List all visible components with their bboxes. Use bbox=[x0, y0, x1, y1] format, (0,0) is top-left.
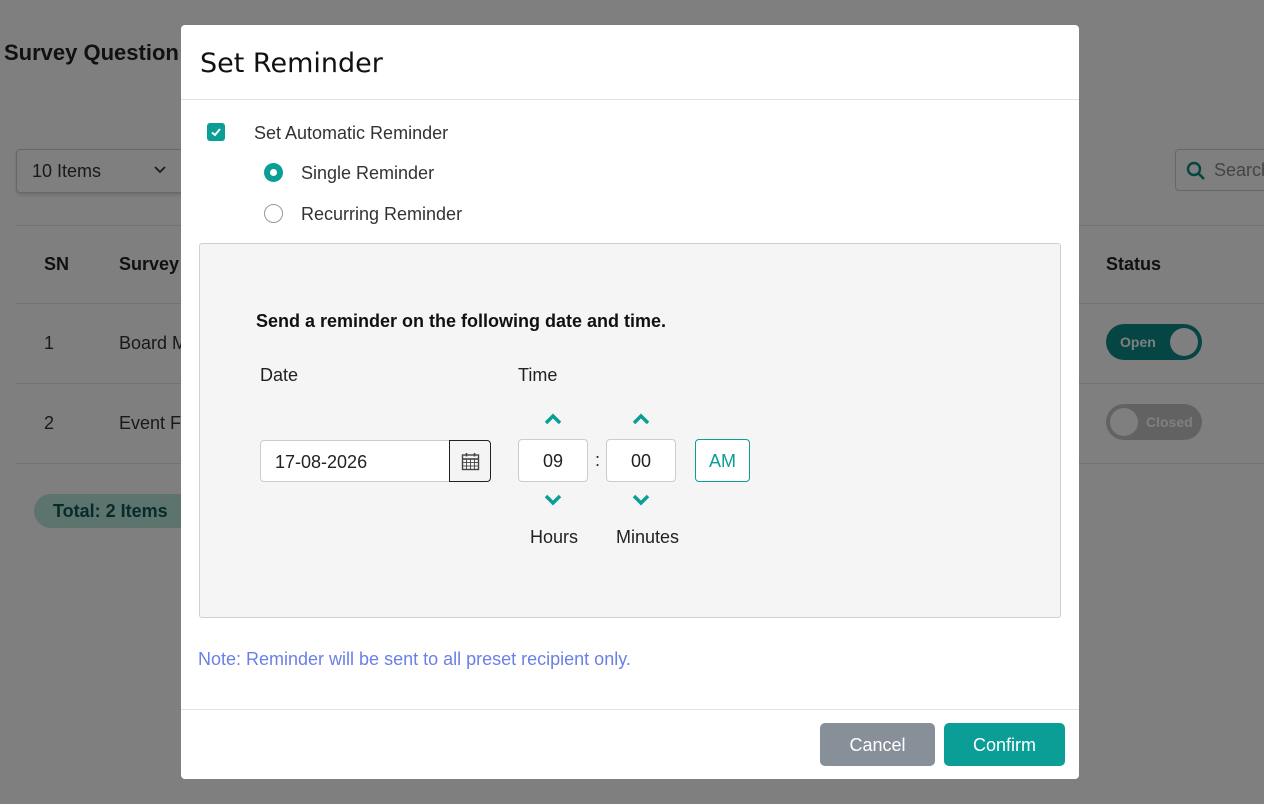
time-separator: : bbox=[595, 450, 601, 470]
minutes-up-icon[interactable] bbox=[631, 412, 651, 426]
minutes-label: Minutes bbox=[616, 527, 680, 547]
recipient-note: Note: Reminder will be sent to all prese… bbox=[198, 649, 631, 669]
auto-reminder-checkbox[interactable] bbox=[207, 123, 225, 141]
set-reminder-dialog: Set Reminder Set Automatic Reminder Sing… bbox=[181, 25, 1079, 779]
minutes-input[interactable]: 00 bbox=[606, 439, 676, 482]
hours-up-icon[interactable] bbox=[543, 412, 563, 426]
recurring-reminder-label: Recurring Reminder bbox=[301, 204, 463, 224]
date-input[interactable]: 17-08-2026 bbox=[260, 440, 451, 482]
check-icon bbox=[211, 128, 221, 137]
panel-heading: Send a reminder on the following date an… bbox=[256, 311, 667, 331]
time-label: Time bbox=[518, 365, 558, 385]
confirm-button[interactable]: Confirm bbox=[944, 723, 1065, 766]
recurring-reminder-radio[interactable] bbox=[264, 204, 283, 223]
modal-title: Set Reminder bbox=[200, 48, 383, 79]
date-label: Date bbox=[260, 365, 299, 385]
reminder-settings-panel: Send a reminder on the following date an… bbox=[199, 243, 1061, 618]
hours-label: Hours bbox=[530, 527, 579, 547]
single-reminder-radio[interactable] bbox=[264, 163, 283, 182]
modal-header: Set Reminder bbox=[181, 25, 1079, 100]
calendar-button[interactable] bbox=[449, 440, 491, 482]
calendar-icon bbox=[461, 453, 480, 471]
hours-down-icon[interactable] bbox=[543, 493, 563, 507]
hours-input[interactable]: 09 bbox=[518, 439, 588, 482]
auto-reminder-label: Set Automatic Reminder bbox=[254, 123, 449, 143]
cancel-button[interactable]: Cancel bbox=[820, 723, 935, 766]
ampm-toggle-button[interactable]: AM bbox=[695, 439, 750, 482]
single-reminder-label: Single Reminder bbox=[301, 163, 435, 183]
minutes-down-icon[interactable] bbox=[631, 493, 651, 507]
modal-footer-divider bbox=[181, 709, 1079, 710]
